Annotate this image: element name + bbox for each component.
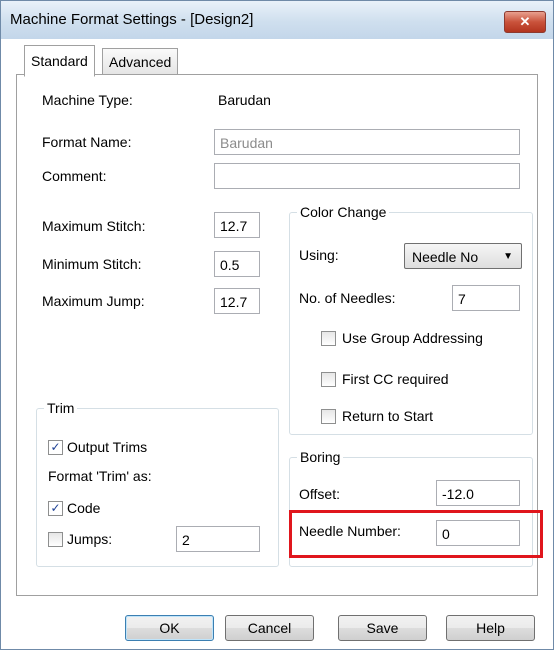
max-stitch-label: Maximum Stitch: (42, 218, 146, 234)
help-button[interactable]: Help (446, 615, 535, 641)
ok-button[interactable]: OK (125, 615, 214, 641)
format-name-label: Format Name: (42, 134, 132, 150)
needle-number-field[interactable]: 0 (436, 520, 520, 546)
max-jump-label: Maximum Jump: (42, 293, 145, 309)
jumps-label: Jumps: (67, 531, 113, 547)
machine-type-label: Machine Type: (42, 92, 133, 108)
needles-field[interactable]: 7 (452, 285, 520, 311)
offset-field[interactable]: -12.0 (436, 480, 520, 506)
comment-field[interactable] (214, 163, 520, 189)
output-trims-checkbox[interactable]: ✓ (48, 440, 63, 455)
min-stitch-field[interactable]: 0.5 (214, 251, 260, 277)
tab-advanced[interactable]: Advanced (102, 48, 179, 76)
offset-label: Offset: (299, 486, 340, 502)
color-change-legend: Color Change (297, 204, 390, 220)
trim-legend: Trim (44, 400, 78, 416)
cancel-button[interactable]: Cancel (225, 615, 314, 641)
machine-type-value: Barudan (218, 92, 271, 108)
chevron-down-icon: ▼ (503, 251, 513, 262)
code-checkbox[interactable]: ✓ (48, 501, 63, 516)
close-button[interactable]: ✕ (504, 11, 546, 33)
using-label: Using: (299, 247, 339, 263)
format-trim-as-label: Format 'Trim' as: (48, 468, 152, 484)
min-stitch-label: Minimum Stitch: (42, 256, 142, 272)
save-button[interactable]: Save (338, 615, 427, 641)
using-select-value: Needle No (412, 249, 479, 265)
needles-label: No. of Needles: (299, 290, 396, 306)
return-start-checkbox[interactable] (321, 409, 336, 424)
using-select[interactable]: Needle No ▼ (404, 243, 522, 269)
return-start-label: Return to Start (342, 408, 434, 424)
close-icon: ✕ (519, 14, 531, 29)
first-cc-label: First CC required (342, 371, 449, 387)
boring-legend: Boring (297, 449, 344, 465)
jumps-field[interactable]: 2 (176, 526, 260, 552)
group-addressing-label: Use Group Addressing (342, 330, 483, 346)
group-addressing-checkbox[interactable] (321, 331, 336, 346)
needle-number-label: Needle Number: (299, 523, 401, 539)
max-jump-field[interactable]: 12.7 (214, 288, 260, 314)
max-stitch-field[interactable]: 12.7 (214, 212, 260, 238)
jumps-checkbox[interactable] (48, 532, 63, 547)
first-cc-checkbox[interactable] (321, 372, 336, 387)
code-label: Code (67, 500, 101, 516)
tab-standard[interactable]: Standard (24, 45, 95, 77)
format-name-field[interactable]: Barudan (214, 129, 520, 155)
output-trims-label: Output Trims (67, 439, 148, 455)
window-title: Machine Format Settings - [Design2] (10, 11, 254, 28)
comment-label: Comment: (42, 168, 107, 184)
